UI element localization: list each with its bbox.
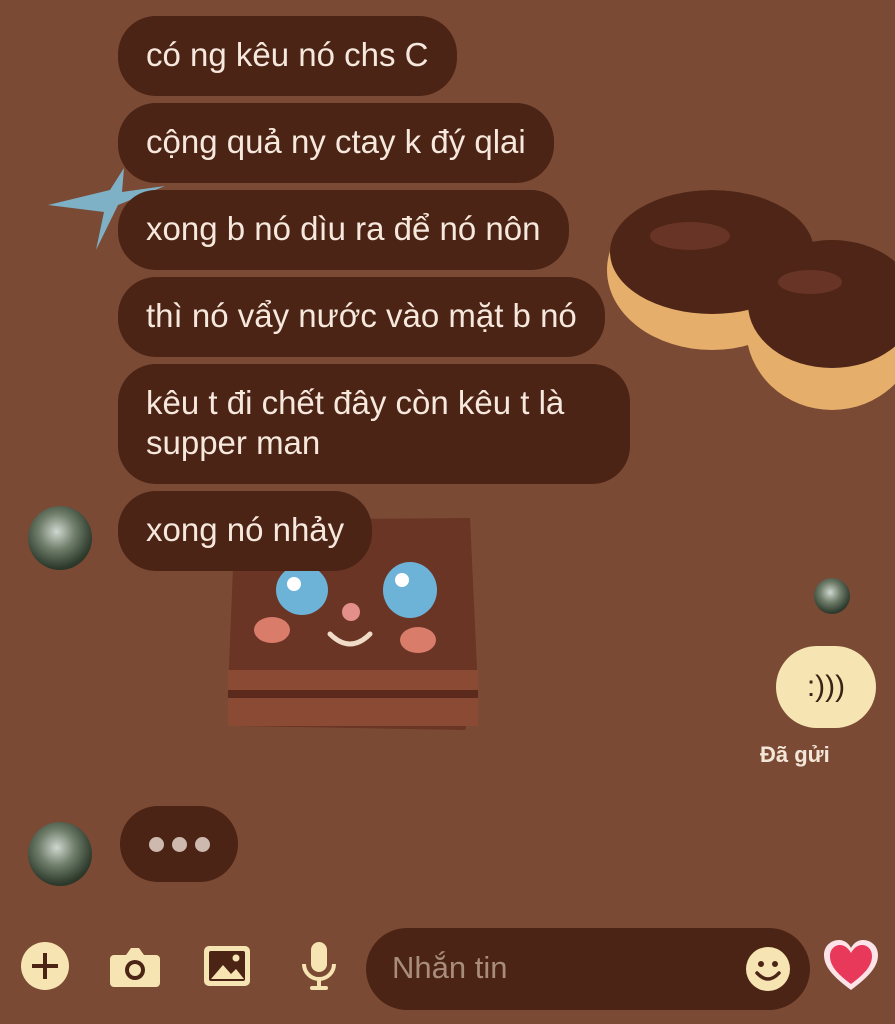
voice-message-label: :))) bbox=[806, 670, 846, 703]
message-input[interactable]: Nhắn tin bbox=[366, 928, 810, 1010]
contact-avatar[interactable] bbox=[28, 822, 92, 886]
message-text: có ng kêu nó chs C bbox=[146, 36, 429, 73]
sent-status: Đã gửi bbox=[760, 742, 830, 767]
message-bubble[interactable]: có ng kêu nó chs C bbox=[118, 16, 457, 96]
message-bubble[interactable]: thì nó vẩy nước vào mặt b nó bbox=[118, 277, 605, 357]
mic-icon[interactable] bbox=[290, 937, 348, 995]
image-icon[interactable] bbox=[198, 937, 256, 995]
camera-icon[interactable] bbox=[106, 937, 164, 995]
seen-avatar bbox=[814, 578, 850, 614]
message-text: kêu t đi chết đây còn kêu t là supper ma… bbox=[146, 384, 565, 461]
plus-icon[interactable] bbox=[16, 937, 74, 995]
contact-avatar[interactable] bbox=[28, 506, 92, 570]
heart-icon[interactable] bbox=[822, 938, 880, 994]
message-text: xong b nó dìu ra để nó nôn bbox=[146, 210, 541, 247]
typing-dot bbox=[194, 836, 210, 852]
typing-dot bbox=[148, 836, 164, 852]
message-text: thì nó vẩy nước vào mặt b nó bbox=[146, 297, 577, 334]
message-bubble[interactable]: xong b nó dìu ra để nó nôn bbox=[118, 190, 569, 270]
smiley-icon[interactable] bbox=[744, 945, 792, 993]
typing-indicator bbox=[120, 806, 238, 882]
message-bubble[interactable]: xong nó nhảy bbox=[118, 491, 373, 571]
message-bubble[interactable]: cộng quả ny ctay k đý qlai bbox=[118, 103, 554, 183]
message-text: cộng quả ny ctay k đý qlai bbox=[146, 123, 526, 160]
typing-dot bbox=[171, 836, 187, 852]
message-text: xong nó nhảy bbox=[146, 511, 345, 548]
message-bubble[interactable]: kêu t đi chết đây còn kêu t là supper ma… bbox=[118, 364, 630, 484]
message-input-placeholder: Nhắn tin bbox=[392, 950, 508, 985]
voice-message-bubble[interactable]: :))) bbox=[776, 646, 876, 728]
